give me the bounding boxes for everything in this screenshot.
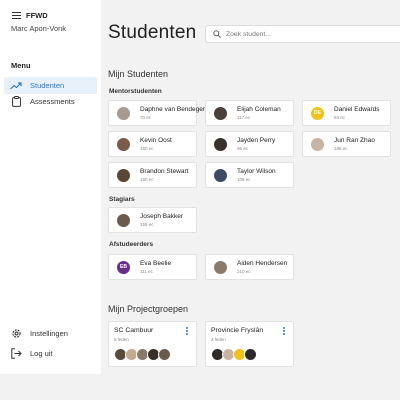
more-options-icon[interactable] (185, 327, 188, 336)
student-name: Jun Ran Zhao (334, 137, 375, 144)
student-name: Eva Beelie (140, 260, 172, 267)
menu-icon[interactable] (12, 11, 21, 20)
student-ec: 70 ec (140, 115, 152, 120)
clipboard-icon (8, 96, 24, 107)
avatar (117, 106, 130, 120)
student-name: Jayden Perry (237, 137, 276, 144)
student-ec: 96 ec (237, 146, 249, 151)
member-avatars (114, 348, 171, 361)
group-member-count: 4 leden (211, 337, 226, 342)
student-ec: 93 ec (334, 115, 346, 120)
gear-icon (8, 328, 24, 339)
student-name: Elijah Coleman (237, 106, 281, 113)
student-card[interactable]: Elijah Coleman 117 ec (205, 100, 294, 126)
avatar (214, 137, 227, 151)
student-card[interactable]: Daphne van Bendegem 70 ec (108, 100, 208, 126)
section-title-mijn-studenten: Mijn Studenten (108, 69, 169, 79)
student-ec: 150 ec (140, 146, 154, 151)
more-options-icon[interactable] (282, 327, 285, 336)
search-icon (213, 25, 221, 43)
project-group-card[interactable]: Provincie Fryslân 4 leden (205, 321, 294, 367)
avatar (117, 213, 130, 227)
group-name: SC Cambuur (114, 327, 154, 334)
subsection-title-mentor: Mentorstudenten (109, 88, 162, 95)
menu-label: Menu (11, 61, 31, 70)
brand: FFWD (12, 11, 48, 20)
search-box[interactable] (205, 25, 400, 43)
subsection-title-afstudeerders: Afstudeerders (109, 241, 154, 248)
avatar: EB (117, 260, 130, 274)
avatar (117, 137, 130, 151)
student-name: Daphne van Bendegem (140, 106, 209, 113)
student-card[interactable]: Aiden Hendersen 210 ec (205, 254, 294, 280)
student-ec: 106 ec (237, 177, 251, 182)
student-ec: 111 ec (140, 269, 153, 274)
subsection-title-stagiars: Stagiars (109, 196, 135, 203)
group-name: Provincie Fryslân (211, 327, 264, 334)
student-card[interactable]: DE Daniel Edwards 93 ec (302, 100, 391, 126)
student-name: Joseph Bakker (140, 213, 183, 220)
page-title: Studenten (108, 22, 197, 43)
sidebar-item-label: Log uit (30, 349, 53, 358)
student-card[interactable]: Jun Ran Zhao 186 ec (302, 131, 391, 157)
member-avatars (211, 348, 257, 361)
sidebar-item-log-uit[interactable]: Log uit (4, 345, 97, 362)
student-card[interactable]: Jayden Perry 96 ec (205, 131, 294, 157)
sidebar-item-instellingen[interactable]: Instellingen (4, 325, 97, 342)
project-group-card[interactable]: SC Cambuur 5 leden (108, 321, 197, 367)
sidebar-item-label: Studenten (30, 81, 65, 90)
student-name: Kevin Oost (140, 137, 172, 144)
avatar: DE (311, 106, 324, 120)
page-footer-area (0, 374, 400, 400)
student-card[interactable]: Brandon Stewart 150 ec (108, 162, 197, 188)
user-name: Marc Apon-Vonk (11, 24, 67, 33)
avatar (214, 106, 227, 120)
student-ec: 186 ec (334, 146, 348, 151)
student-card[interactable]: EB Eva Beelie 111 ec (108, 254, 197, 280)
avatar (214, 168, 227, 182)
student-ec: 117 ec (237, 115, 251, 120)
sidebar-item-label: Instellingen (30, 329, 68, 338)
sidebar: FFWD Marc Apon-Vonk Menu Studenten Asses… (0, 0, 101, 374)
student-ec: 210 ec (237, 269, 251, 274)
trending-up-icon (8, 81, 24, 90)
avatar (117, 168, 130, 182)
student-name: Taylor Wilson (237, 168, 276, 175)
sidebar-item-assessments[interactable]: Assessments (4, 93, 97, 110)
sidebar-item-label: Assessments (30, 97, 75, 106)
student-card[interactable]: Kevin Oost 150 ec (108, 131, 197, 157)
student-name: Daniel Edwards (334, 106, 380, 113)
search-input[interactable] (226, 30, 396, 38)
student-card[interactable]: Taylor Wilson 106 ec (205, 162, 294, 188)
student-name: Brandon Stewart (140, 168, 189, 175)
section-title-projectgroepen: Mijn Projectgroepen (108, 304, 189, 314)
student-ec: 159 ec (140, 222, 154, 227)
avatar (311, 137, 324, 151)
brand-name: FFWD (26, 11, 48, 20)
avatar (158, 348, 171, 361)
sidebar-item-studenten[interactable]: Studenten (4, 77, 97, 94)
student-name: Aiden Hendersen (237, 260, 288, 267)
main-content: Studenten Mijn Studenten Mentorstudenten… (101, 0, 400, 374)
group-member-count: 5 leden (114, 337, 129, 342)
logout-icon (8, 348, 24, 359)
avatar (214, 260, 227, 274)
avatar (244, 348, 257, 361)
student-ec: 150 ec (140, 177, 154, 182)
student-card[interactable]: Joseph Bakker 159 ec (108, 207, 197, 233)
